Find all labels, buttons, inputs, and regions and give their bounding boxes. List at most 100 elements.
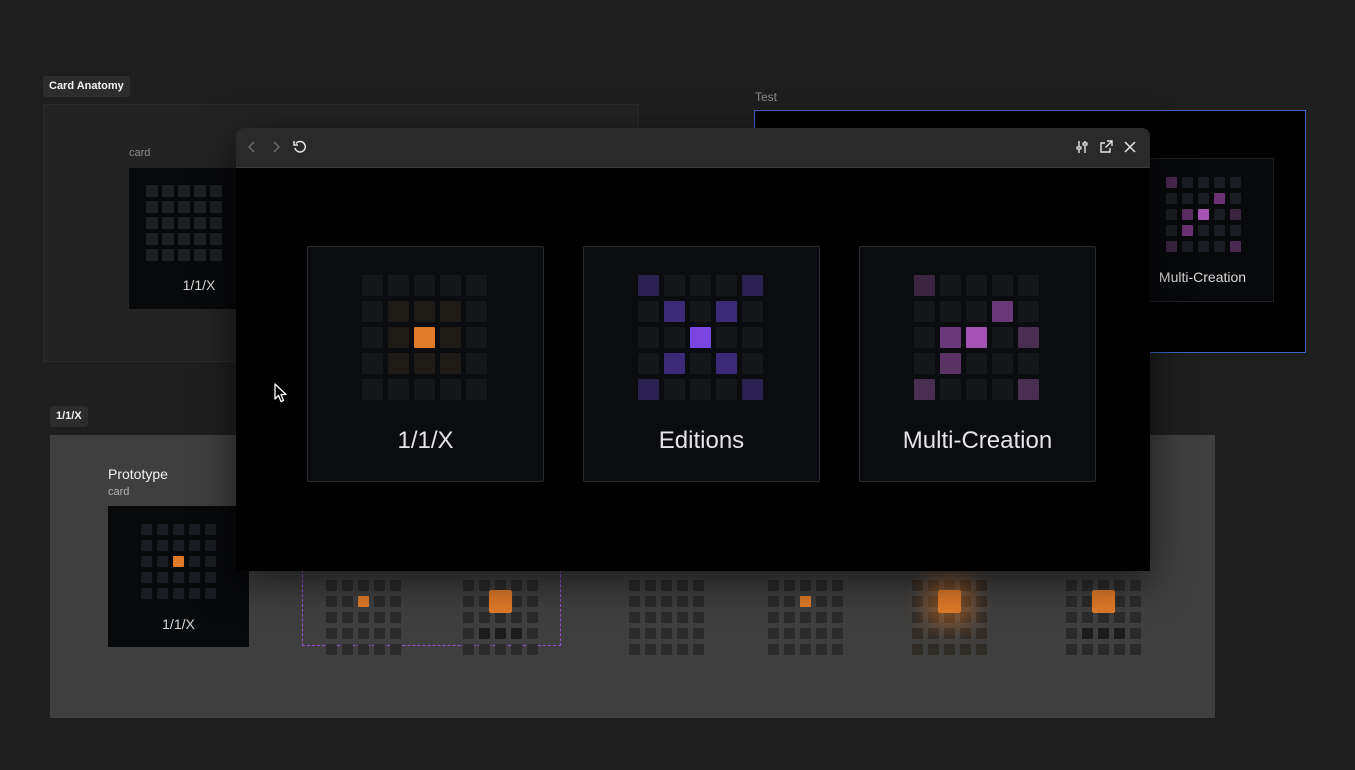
variant-grid-2[interactable] [463,580,538,655]
frame-label-1-1-x[interactable]: 1/1/X [50,406,88,427]
grid-cell [960,628,971,639]
grid-cell [362,379,383,400]
grid-cell [194,217,206,229]
grid-cell [1018,379,1039,400]
grid-cell [768,580,779,591]
external-link-icon [1100,140,1113,153]
grid-cell [664,353,685,374]
option-grid-multi-creation [914,275,1039,400]
grid-cell [146,201,158,213]
grid-cell [178,249,190,261]
grid-cell [157,572,168,583]
grid-cell [440,353,461,374]
grid-cell [716,353,737,374]
grid-cell [414,327,435,348]
forward-button[interactable] [266,137,286,157]
grid-cell [326,644,337,655]
grid-cell [742,301,763,322]
grid-cell [1214,193,1225,204]
variant-grid-4[interactable] [768,580,843,655]
grid-cell [928,628,939,639]
open-external-button[interactable] [1096,137,1116,157]
grid-cell [1082,628,1093,639]
variant-grid-5[interactable] [912,580,987,655]
test-card-grid [1166,177,1241,252]
grid-cell [832,580,843,591]
frame-label-test[interactable]: Test [755,90,777,104]
grid-cell [1114,628,1125,639]
option-card-1-1-x[interactable]: 1/1/X [307,246,544,482]
variant-grid-1[interactable] [326,580,401,655]
prototype-subtitle: card [108,486,130,498]
grid-cell [677,628,688,639]
grid-cell [661,628,672,639]
grid-cell [390,628,401,639]
grid-cell [716,327,737,348]
grid-cell [992,327,1013,348]
grid-cell [358,580,369,591]
grid-cell [914,301,935,322]
option-card-editions[interactable]: Editions [583,246,820,482]
grid-cell [157,556,168,567]
variant-grid-3[interactable] [629,580,704,655]
grid-cell [1230,241,1241,252]
grid-cell [960,644,971,655]
grid-cell [912,612,923,623]
grid-cell [511,580,522,591]
grid-cell [463,644,474,655]
grid-cell [629,596,640,607]
variant-grid-6[interactable] [1066,580,1141,655]
restart-button[interactable] [290,137,310,157]
grid-cell [390,644,401,655]
back-button[interactable] [242,137,262,157]
grid-cell [742,327,763,348]
grid-cell [816,580,827,591]
mouse-pointer-icon [274,383,287,403]
grid-cell [194,249,206,261]
grid-cell [194,201,206,213]
grid-cell [940,379,961,400]
close-button[interactable] [1120,137,1140,157]
grid-cell [511,644,522,655]
grid-cell [1214,241,1225,252]
test-card-caption: Multi-Creation [1158,269,1247,285]
grid-cell [944,644,955,655]
grid-cell [992,275,1013,296]
grid-cell [205,556,216,567]
option-card-multi-creation[interactable]: Multi-Creation [859,246,1096,482]
grid-cell [1198,241,1209,252]
grid-cell [629,580,640,591]
grid-cell [1130,580,1141,591]
card-anatomy-card-label: card [129,147,151,159]
grid-cell [992,353,1013,374]
grid-cell [1182,241,1193,252]
close-icon [1124,141,1136,153]
grid-cell [374,596,385,607]
frame-label-card-anatomy[interactable]: Card Anatomy [43,76,130,97]
grid-cell [1114,612,1125,623]
grid-cell [960,580,971,591]
grid-cell [912,644,923,655]
prototype-preview-window[interactable]: 1/1/X Editions Multi-Creation [236,128,1150,571]
grid-cell [205,524,216,535]
grid-cell [716,301,737,322]
test-card[interactable]: Multi-Creation [1131,158,1274,302]
settings-button[interactable] [1072,137,1092,157]
grid-cell [992,379,1013,400]
grid-cell [832,628,843,639]
grid-cell [157,588,168,599]
grid-cell [189,540,200,551]
grid-cell [173,588,184,599]
grid-cell [479,580,490,591]
grid-cell [1066,596,1077,607]
grid-cell [690,301,711,322]
grid-cell [358,612,369,623]
grid-cell [527,596,538,607]
grid-cell [205,540,216,551]
grid-cell [390,580,401,591]
grid-cell [1166,193,1177,204]
option-grid-editions [638,275,763,400]
grid-cell [146,185,158,197]
grid-cell [1130,612,1141,623]
prototype-card[interactable]: 1/1/X [108,506,249,647]
